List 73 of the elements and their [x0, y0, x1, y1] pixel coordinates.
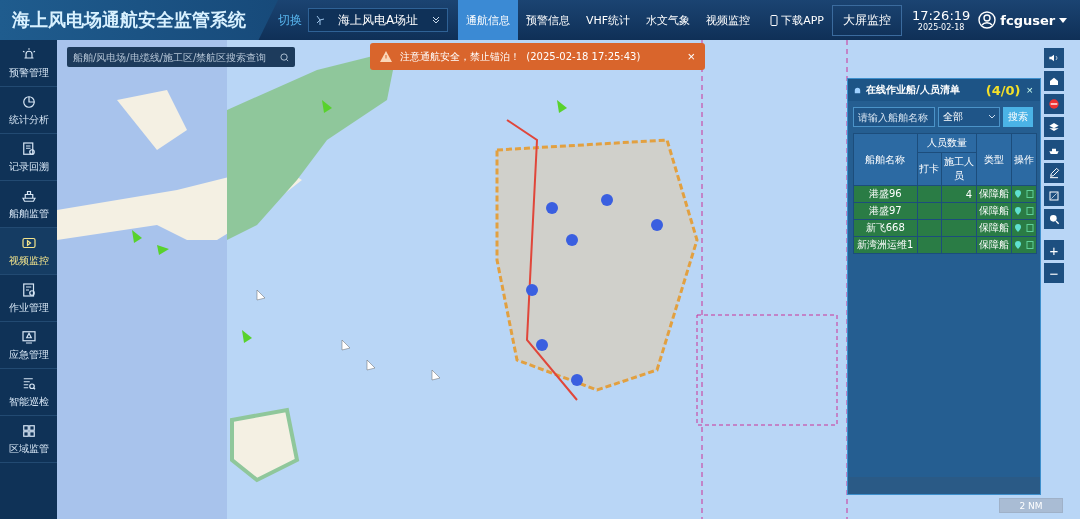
map-search-field[interactable]: 船舶/风电场/电缆线/施工区/禁航区搜索查询: [67, 47, 295, 67]
map-tool-button[interactable]: [1044, 140, 1064, 160]
map-tool-button[interactable]: [1044, 94, 1064, 114]
sidebar-label: 记录回溯: [8, 160, 49, 174]
sidebar-label: 统计分析: [8, 113, 49, 127]
turbine-marker-icon[interactable]: [651, 219, 663, 231]
app-title: 海上风电场通航安全监管系统: [0, 0, 278, 40]
nav-tab[interactable]: 水文气象: [638, 0, 699, 40]
clock-date: 2025-02-18: [916, 23, 966, 32]
panel-title: 在线作业船/人员清单: [866, 83, 961, 97]
nav-tab[interactable]: 预警信息: [518, 0, 578, 40]
wind-turbine-icon: [315, 15, 325, 25]
turbine-marker-icon[interactable]: [546, 202, 558, 214]
warning-monitor-icon: [19, 328, 38, 346]
nav-tab[interactable]: VHF统计: [578, 0, 639, 40]
turbine-marker-icon[interactable]: [571, 374, 583, 386]
sidebar-label: 作业管理: [8, 301, 49, 315]
type-dropdown[interactable]: 全部: [938, 107, 1000, 127]
caret-icon: [1059, 17, 1068, 23]
vessel-count: (4/0): [985, 82, 1021, 98]
sidebar-label: 应急管理: [8, 348, 49, 362]
nav-tab[interactable]: 通航信息: [458, 0, 518, 40]
site-dropdown[interactable]: 海上风电A场址: [308, 8, 448, 32]
location-pin-icon[interactable]: [1014, 223, 1023, 232]
download-app-link[interactable]: 下载APP: [770, 12, 824, 28]
zoom-button[interactable]: +: [1044, 240, 1064, 260]
nav-tab[interactable]: 视频监控: [698, 0, 759, 40]
switch-label: 切换: [278, 11, 302, 29]
scale-bar: 2 NM: [999, 498, 1063, 513]
turbine-marker-icon[interactable]: [566, 234, 578, 246]
vessel-icon[interactable]: [366, 359, 376, 371]
vessel-name-field[interactable]: 请输入船舶名称: [853, 107, 935, 127]
phone-icon: [770, 14, 779, 26]
bell-icon: [853, 85, 862, 95]
location-pin-icon[interactable]: [1014, 189, 1023, 198]
vessel-icon[interactable]: [341, 339, 351, 351]
search-icon: [280, 52, 289, 62]
island: [117, 90, 187, 150]
double-chevron-icon: [431, 15, 441, 25]
vessel-icon[interactable]: [256, 289, 266, 301]
sidebar-label: 智能巡检: [8, 395, 49, 409]
big-screen-button[interactable]: 大屏监控: [831, 4, 902, 36]
chevron-icon: [989, 115, 995, 119]
zoom-button[interactable]: −: [1044, 263, 1064, 283]
warning-icon: [380, 51, 392, 62]
alert-message: 注意通航安全，禁止锚泊！ (2025-02-18 17:25:43): [400, 49, 642, 64]
close-button[interactable]: ×: [687, 49, 695, 64]
frame-icon: [1046, 188, 1062, 204]
map-tool-button[interactable]: [1044, 71, 1064, 91]
user-menu[interactable]: fcguser: [978, 11, 1068, 29]
sidebar-label: 视频监控: [8, 254, 49, 268]
sidebar-label: 船舶监管: [8, 207, 49, 221]
sidebar-label: 预警管理: [8, 66, 49, 80]
no-entry-icon: [1046, 96, 1062, 112]
column-header: 船舶名称: [853, 133, 917, 186]
close-button[interactable]: ×: [1024, 84, 1035, 96]
turbine-marker-icon[interactable]: [601, 194, 613, 206]
column-header: 类型: [976, 133, 1012, 186]
map-tool-button[interactable]: [1044, 163, 1064, 183]
location-pin-icon[interactable]: [1014, 206, 1023, 215]
map-tool-button[interactable]: [1044, 48, 1064, 68]
turbine-marker-icon[interactable]: [526, 284, 538, 296]
sidebar-item[interactable]: 视频监控: [0, 228, 57, 275]
column-header: 人员数量: [917, 133, 977, 153]
clock-time: 17:26:19: [911, 8, 971, 23]
location-pin-icon[interactable]: [1014, 240, 1023, 249]
vessel-icon[interactable]: [431, 369, 441, 381]
turbine-marker-icon[interactable]: [536, 339, 548, 351]
map-tool-button[interactable]: [1044, 186, 1064, 206]
column-header: 操作: [1011, 133, 1037, 186]
map-tool-button[interactable]: [1044, 117, 1064, 137]
user-avatar-icon: [978, 11, 997, 29]
sidebar-label: 区域监管: [8, 442, 49, 456]
